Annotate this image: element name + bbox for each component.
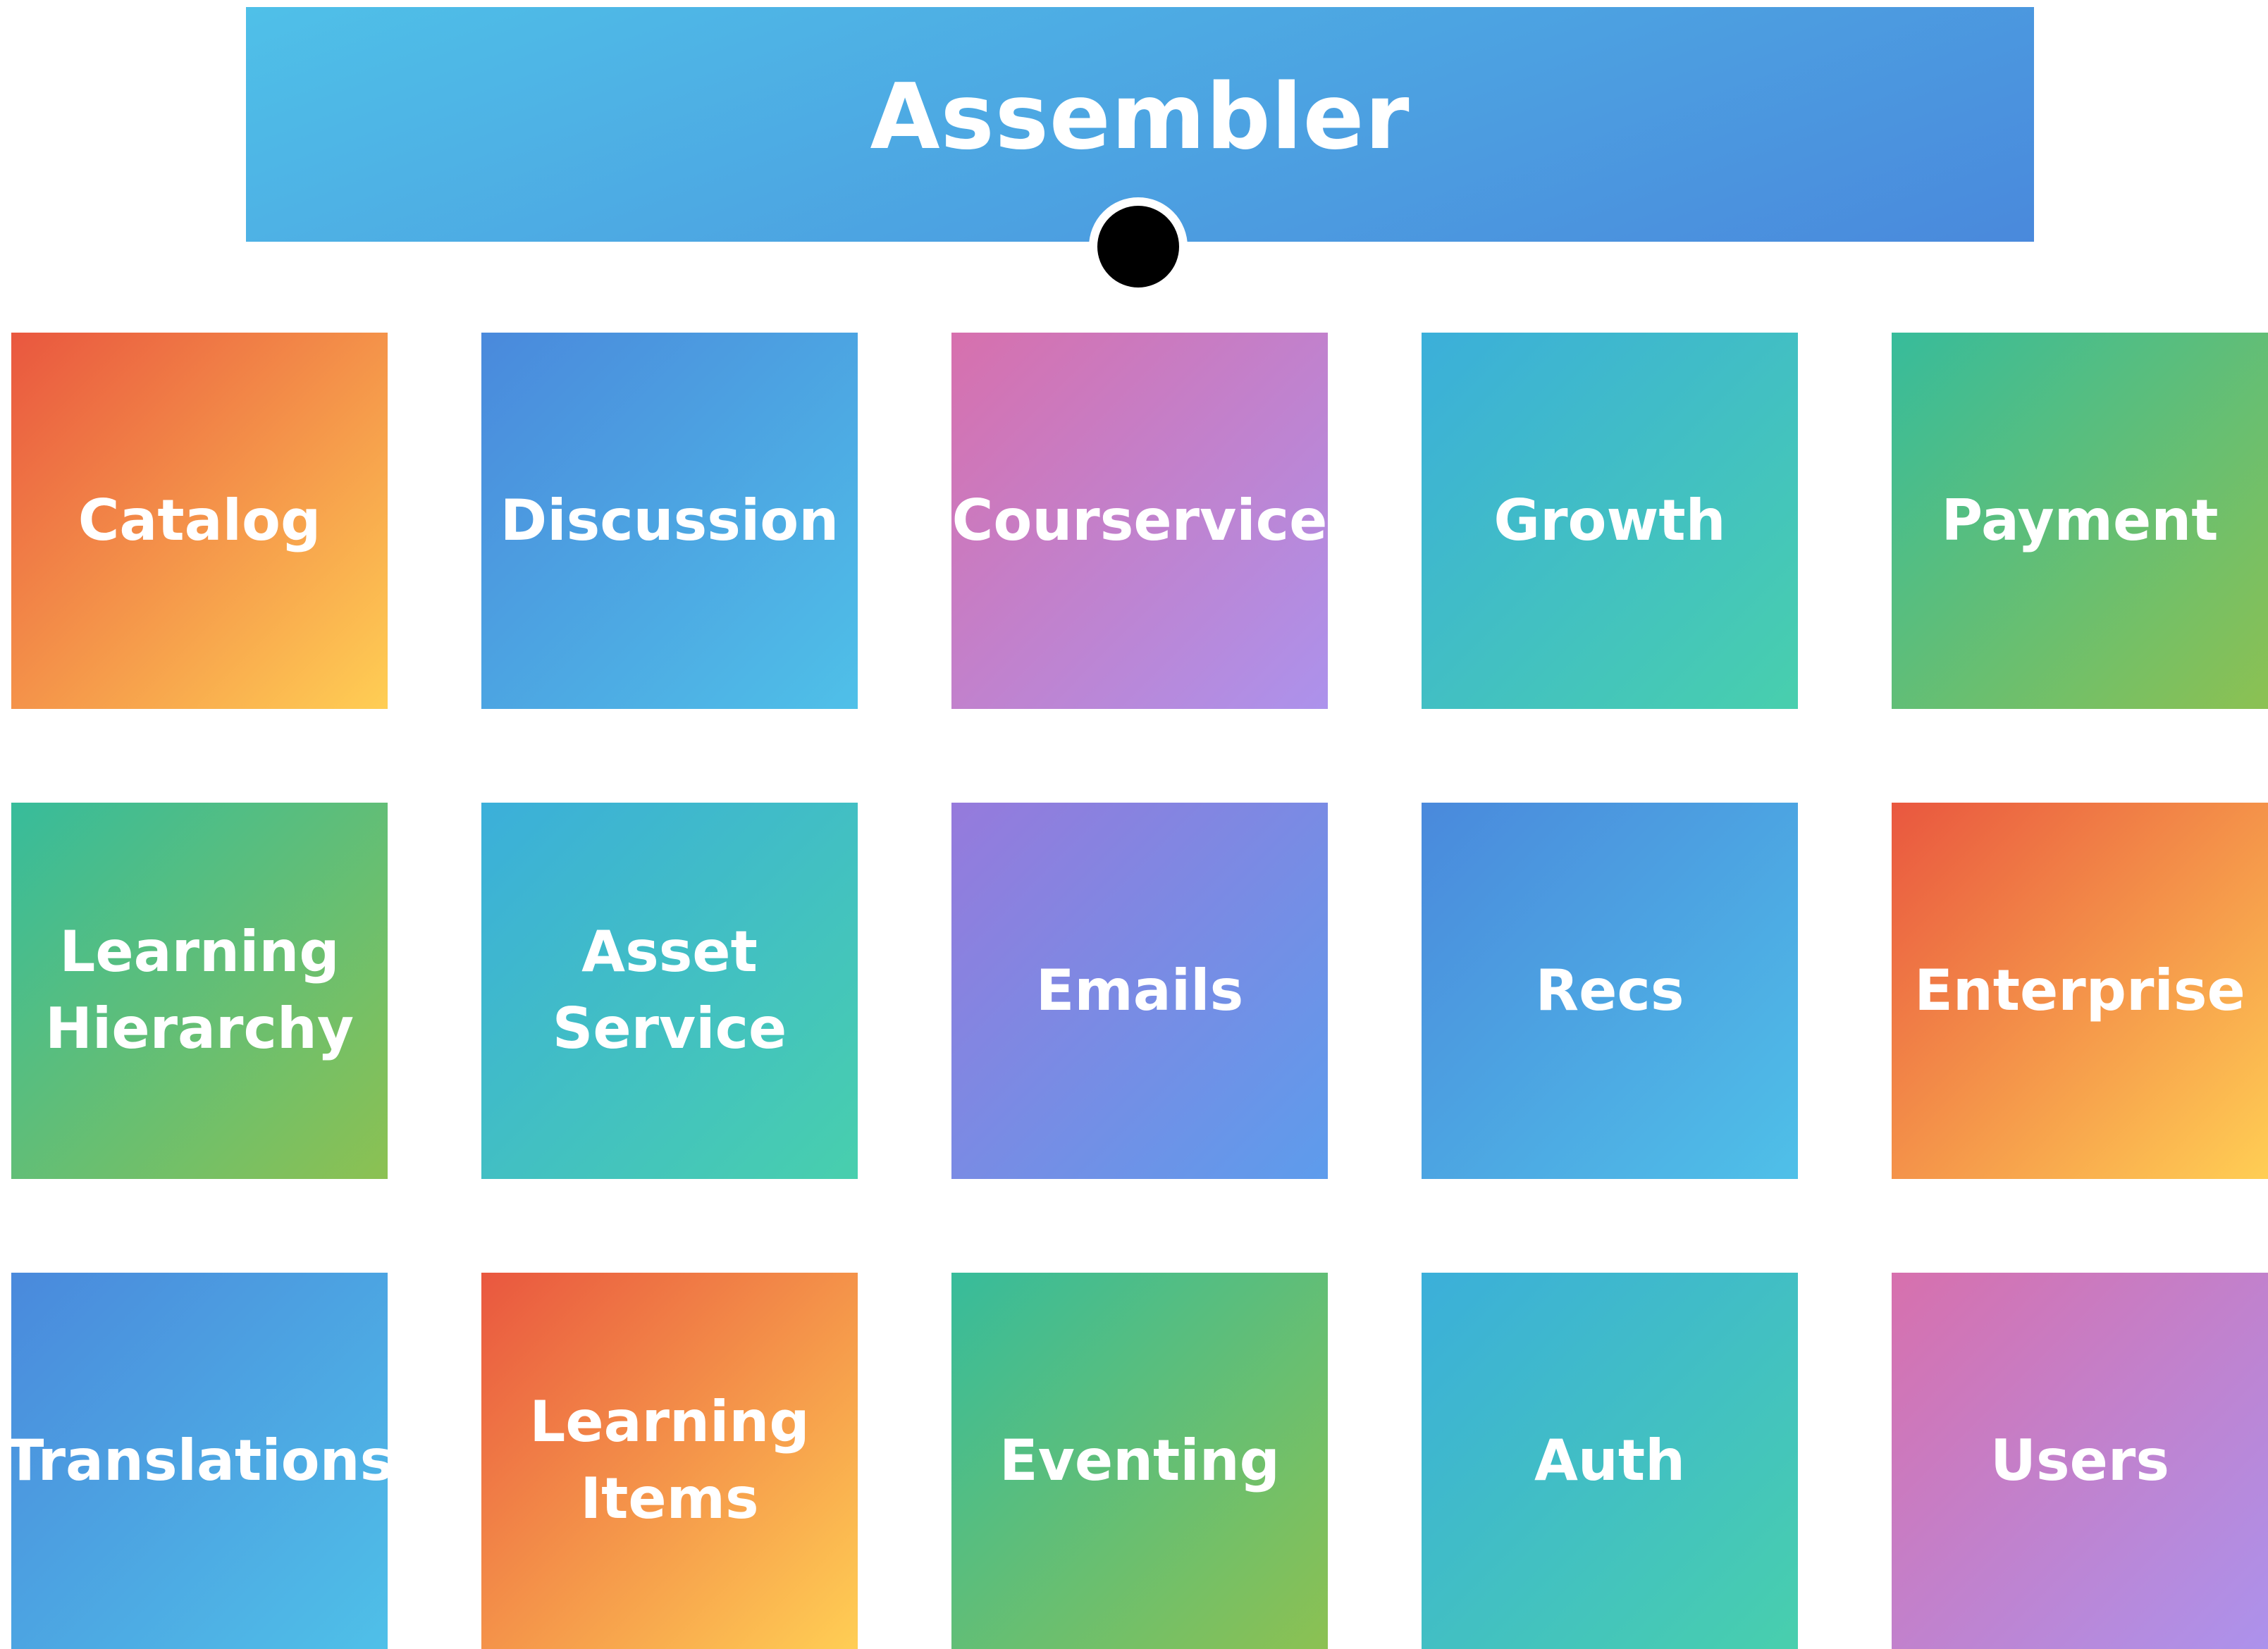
service-tile-translations: Translations: [6, 1273, 393, 1649]
service-label: Growth: [1493, 487, 1726, 553]
service-label: Recs: [1535, 957, 1684, 1023]
service-label: Eventing: [999, 1427, 1280, 1493]
service-label: Translations: [5, 1427, 394, 1493]
service-tile-users: Users: [1892, 1273, 2268, 1649]
service-label: Auth: [1534, 1427, 1686, 1493]
service-tile-emails: Emails: [951, 803, 1328, 1179]
service-label: Enterprise: [1914, 957, 2245, 1023]
service-tile-growth: Growth: [1422, 333, 1798, 709]
service-tile-courservice: Courservice: [951, 333, 1328, 709]
service-label: Emails: [1035, 957, 1244, 1023]
service-label: Payment: [1941, 487, 2219, 553]
service-tile-eventing: Eventing: [951, 1273, 1328, 1649]
connector-node: [1089, 197, 1188, 296]
service-tile-learning-items: Learning Items: [481, 1273, 858, 1649]
service-tile-discussion: Discussion: [481, 333, 858, 709]
service-tile-recs: Recs: [1422, 803, 1798, 1179]
service-tile-auth: Auth: [1422, 1273, 1798, 1649]
service-label: Catalog: [78, 487, 321, 553]
service-label: Discussion: [500, 487, 839, 553]
service-tile-learning-hierarchy: Learning Hierarchy: [11, 803, 388, 1179]
service-label: Learning Items: [529, 1389, 810, 1531]
service-label: Asset Service: [552, 919, 787, 1061]
service-label: Users: [1990, 1427, 2169, 1493]
assembler-title: Assembler: [870, 65, 1410, 170]
service-tile-enterprise: Enterprise: [1892, 803, 2268, 1179]
service-tile-asset-service: Asset Service: [481, 803, 858, 1179]
service-label: Learning Hierarchy: [44, 919, 355, 1061]
service-label: Courservice: [951, 487, 1328, 553]
service-tile-catalog: Catalog: [11, 333, 388, 709]
service-tile-payment: Payment: [1892, 333, 2268, 709]
